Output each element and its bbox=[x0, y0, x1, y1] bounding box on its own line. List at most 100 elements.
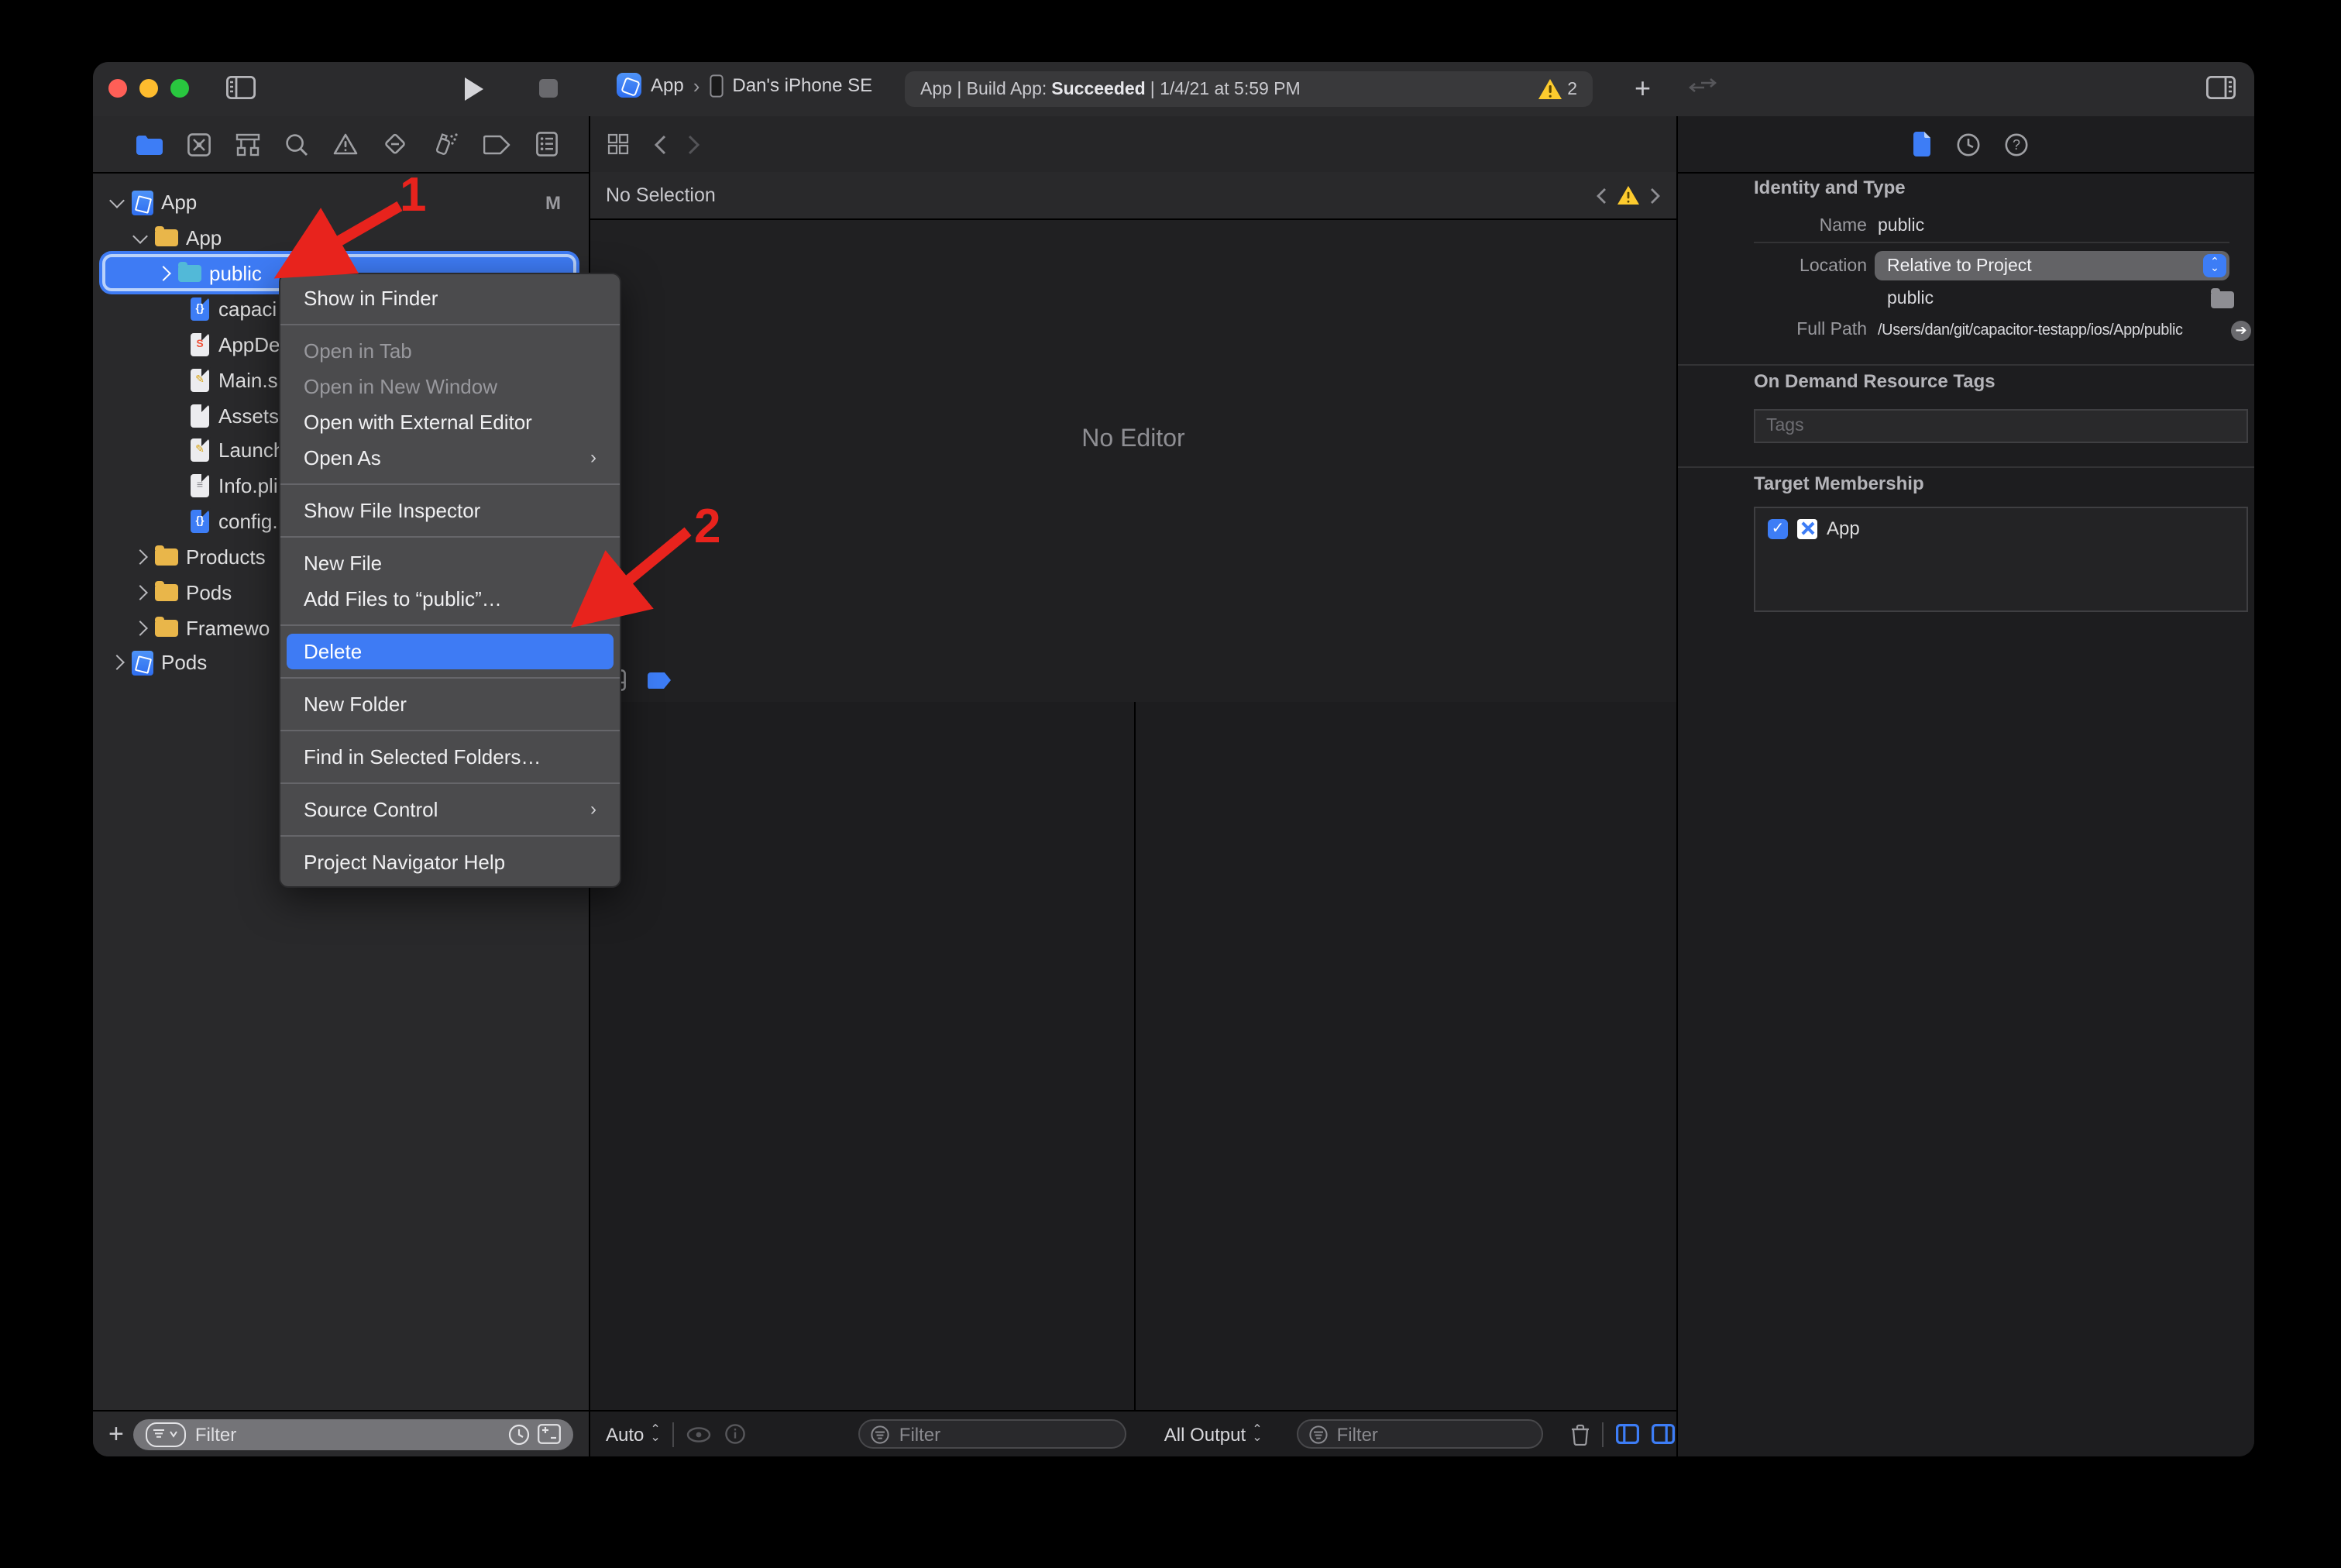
source-control-filter-icon[interactable] bbox=[538, 1424, 561, 1444]
breakpoints-toggle-icon[interactable] bbox=[648, 672, 671, 689]
forward-icon[interactable] bbox=[688, 135, 700, 155]
console-scope-selector[interactable]: All Output⌃⌄ bbox=[1164, 1423, 1263, 1445]
previous-issue-icon[interactable] bbox=[1596, 187, 1607, 204]
menu-item-show-file-inspector[interactable]: Show File Inspector bbox=[280, 493, 620, 528]
add-button[interactable]: + bbox=[1635, 77, 1651, 101]
tree-label: App bbox=[186, 226, 222, 249]
menu-item-add-files[interactable]: Add Files to “public”… bbox=[280, 581, 620, 617]
navigator-tab-strip bbox=[93, 116, 632, 174]
breakpoint-navigator-tab-icon[interactable] bbox=[483, 134, 511, 154]
tree-label: Pods bbox=[186, 581, 232, 604]
issue-warning-icon[interactable] bbox=[1617, 186, 1639, 205]
menu-item-new-file[interactable]: New File bbox=[280, 545, 620, 581]
minimize-window-button[interactable] bbox=[139, 79, 158, 98]
zoom-window-button[interactable] bbox=[170, 79, 189, 98]
toggle-navigator-icon[interactable] bbox=[226, 76, 256, 99]
scheme-device-label[interactable]: Dan's iPhone SE bbox=[732, 74, 872, 96]
console-filter-field[interactable]: Filter bbox=[1297, 1419, 1543, 1449]
svg-text:?: ? bbox=[2013, 136, 2020, 152]
history-inspector-tab-icon[interactable] bbox=[1957, 132, 1980, 156]
toggle-variables-view-icon[interactable] bbox=[1616, 1424, 1639, 1444]
back-icon[interactable] bbox=[654, 135, 666, 155]
disclosure-open-icon[interactable] bbox=[109, 192, 125, 208]
recent-files-icon[interactable] bbox=[508, 1423, 530, 1445]
issue-navigator-tab-icon[interactable] bbox=[333, 133, 358, 155]
location-label: Location bbox=[1752, 257, 1867, 276]
menu-divider bbox=[280, 624, 620, 626]
debug-area bbox=[590, 702, 1676, 1410]
file-icon bbox=[191, 404, 209, 428]
test-navigator-tab-icon[interactable] bbox=[383, 132, 407, 156]
menu-item-find-in-selected-folders[interactable]: Find in Selected Folders… bbox=[280, 739, 620, 775]
tree-label: Info.pli bbox=[218, 474, 278, 497]
submenu-arrow-icon: › bbox=[590, 440, 596, 476]
jump-bar[interactable]: No Selection bbox=[590, 172, 1676, 220]
menu-item-delete[interactable]: Delete bbox=[287, 634, 614, 669]
warning-icon[interactable] bbox=[1538, 79, 1561, 99]
close-window-button[interactable] bbox=[108, 79, 127, 98]
choose-folder-icon[interactable] bbox=[2211, 291, 2234, 308]
report-navigator-tab-icon[interactable] bbox=[536, 132, 558, 156]
variables-scope-selector[interactable]: Auto⌃⌄ bbox=[606, 1423, 661, 1445]
tree-label: Pods bbox=[161, 651, 207, 674]
target-membership-row[interactable]: ✓ App bbox=[1755, 508, 2246, 539]
menu-item-open-as[interactable]: Open As› bbox=[280, 440, 620, 476]
menu-item-project-navigator-help[interactable]: Project Navigator Help bbox=[280, 844, 620, 880]
toggle-console-view-icon[interactable] bbox=[1652, 1424, 1675, 1444]
filter-icon bbox=[1309, 1425, 1328, 1443]
checkbox-checked-icon[interactable]: ✓ bbox=[1768, 518, 1788, 538]
tree-label: Assets bbox=[218, 404, 279, 428]
disclosure-open-icon[interactable] bbox=[132, 228, 148, 243]
navigator-filter-field[interactable]: Filter bbox=[133, 1418, 573, 1449]
quicklook-eye-icon[interactable] bbox=[687, 1426, 712, 1442]
next-issue-icon[interactable] bbox=[1650, 187, 1661, 204]
related-items-icon[interactable] bbox=[607, 133, 629, 155]
stop-button[interactable] bbox=[539, 79, 558, 98]
location-value: Relative to Project bbox=[1887, 256, 2032, 275]
swap-editor-icon[interactable] bbox=[1689, 77, 1717, 99]
disclosure-closed-icon[interactable] bbox=[132, 549, 148, 565]
source-control-navigator-tab-icon[interactable] bbox=[187, 132, 211, 156]
reveal-path-arrow-icon[interactable]: ➔ bbox=[2231, 321, 2251, 341]
folder-icon bbox=[155, 548, 178, 566]
debug-bottom-bar: Auto⌃⌄ Filter All Output⌃⌄ Filter bbox=[590, 1410, 1676, 1456]
dropdown-stepper-icon: ⌃⌄ bbox=[2203, 254, 2226, 277]
debug-area-divider[interactable] bbox=[1134, 702, 1136, 1410]
disclosure-closed-icon[interactable] bbox=[109, 655, 125, 670]
menu-divider bbox=[280, 677, 620, 679]
tree-row-folder-app[interactable]: App bbox=[93, 220, 589, 256]
filter-options-icon[interactable] bbox=[146, 1422, 186, 1446]
disclosure-closed-icon[interactable] bbox=[156, 266, 171, 281]
activity-status-bar[interactable]: App | Build App: Succeeded | 1/4/21 at 5… bbox=[905, 71, 1593, 107]
disclosure-closed-icon[interactable] bbox=[132, 585, 148, 600]
scheme-project-label[interactable]: App bbox=[651, 74, 684, 96]
menu-item-source-control[interactable]: Source Control› bbox=[280, 792, 620, 827]
help-inspector-tab-icon[interactable]: ? bbox=[2005, 132, 2028, 156]
location-dropdown[interactable]: Relative to Project ⌃⌄ bbox=[1875, 251, 2229, 280]
tree-row-project-app[interactable]: App M bbox=[93, 184, 589, 220]
file-inspector-tab-icon[interactable] bbox=[1912, 132, 1932, 156]
symbol-navigator-tab-icon[interactable] bbox=[235, 132, 260, 156]
folder-icon bbox=[155, 584, 178, 601]
info-icon[interactable] bbox=[726, 1424, 746, 1444]
tree-label: config. bbox=[218, 510, 278, 533]
add-file-button[interactable]: + bbox=[108, 1423, 124, 1445]
menu-item-show-in-finder[interactable]: Show in Finder bbox=[280, 280, 620, 316]
toggle-inspector-icon[interactable] bbox=[2206, 76, 2236, 99]
menu-item-open-in-tab: Open in Tab bbox=[280, 333, 620, 369]
menu-divider bbox=[280, 782, 620, 784]
project-navigator-tab-icon[interactable] bbox=[136, 134, 163, 154]
menu-item-new-folder[interactable]: New Folder bbox=[280, 686, 620, 722]
variables-filter-field[interactable]: Filter bbox=[859, 1419, 1127, 1449]
navigator-filter-bar: + Filter bbox=[93, 1410, 589, 1456]
target-membership-header: Target Membership bbox=[1754, 473, 1924, 494]
tags-field[interactable]: Tags bbox=[1754, 409, 2248, 443]
run-button[interactable] bbox=[463, 77, 483, 101]
scheme-selector[interactable]: App › Dan's iPhone SE bbox=[617, 73, 872, 98]
debug-navigator-tab-icon[interactable] bbox=[432, 132, 459, 156]
clear-console-trash-icon[interactable] bbox=[1571, 1423, 1590, 1445]
find-navigator-tab-icon[interactable] bbox=[285, 132, 308, 156]
menu-item-open-with-external-editor[interactable]: Open with External Editor bbox=[280, 404, 620, 440]
disclosure-closed-icon[interactable] bbox=[132, 621, 148, 636]
name-value[interactable]: public bbox=[1878, 217, 1924, 236]
